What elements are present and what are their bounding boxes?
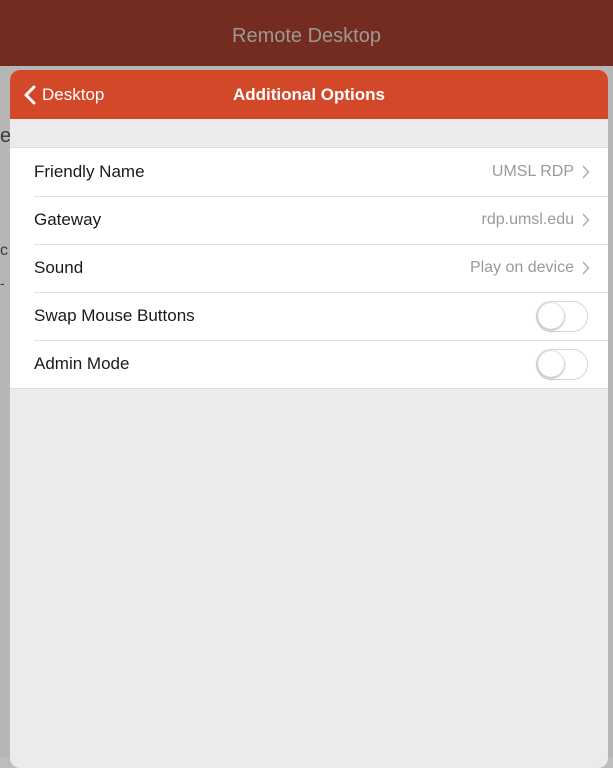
chevron-right-icon xyxy=(582,165,590,179)
page-title: Additional Options xyxy=(232,85,386,104)
swap-mouse-buttons-label: Swap Mouse Buttons xyxy=(34,306,195,325)
gateway-label: Gateway xyxy=(34,210,102,229)
friendly-name-value: UMSL RDP xyxy=(491,163,574,180)
toggle-knob xyxy=(538,302,564,329)
friendly-name-label: Friendly Name xyxy=(34,162,145,181)
chevron-right-icon xyxy=(582,261,590,275)
chevron-right-icon xyxy=(582,213,590,227)
background-peek-text: c xyxy=(0,242,8,259)
friendly-name-row[interactable]: Friendly Name UMSL RDP xyxy=(10,148,608,196)
options-list: Friendly Name UMSL RDP Gateway rdp.umsl.… xyxy=(10,147,608,389)
admin-mode-toggle[interactable] xyxy=(536,348,588,380)
sound-label: Sound xyxy=(34,258,84,277)
admin-mode-label: Admin Mode xyxy=(34,354,130,373)
gateway-value: rdp.umsl.edu xyxy=(481,211,575,228)
sound-row[interactable]: Sound Play on device xyxy=(10,244,608,292)
nav-bar: Desktop Additional Options xyxy=(10,70,608,119)
section-spacer xyxy=(10,119,608,147)
sound-value: Play on device xyxy=(469,259,574,276)
swap-mouse-buttons-row: Swap Mouse Buttons xyxy=(10,292,608,340)
gateway-row[interactable]: Gateway rdp.umsl.edu xyxy=(10,196,608,244)
admin-mode-row: Admin Mode xyxy=(10,340,608,388)
swap-mouse-buttons-toggle[interactable] xyxy=(536,300,588,332)
background-peek-text: - xyxy=(0,275,5,291)
background-app-title: Remote Desktop xyxy=(232,25,381,47)
toggle-knob xyxy=(538,350,564,377)
additional-options-sheet: Desktop Additional Options Friendly Name… xyxy=(10,70,608,768)
